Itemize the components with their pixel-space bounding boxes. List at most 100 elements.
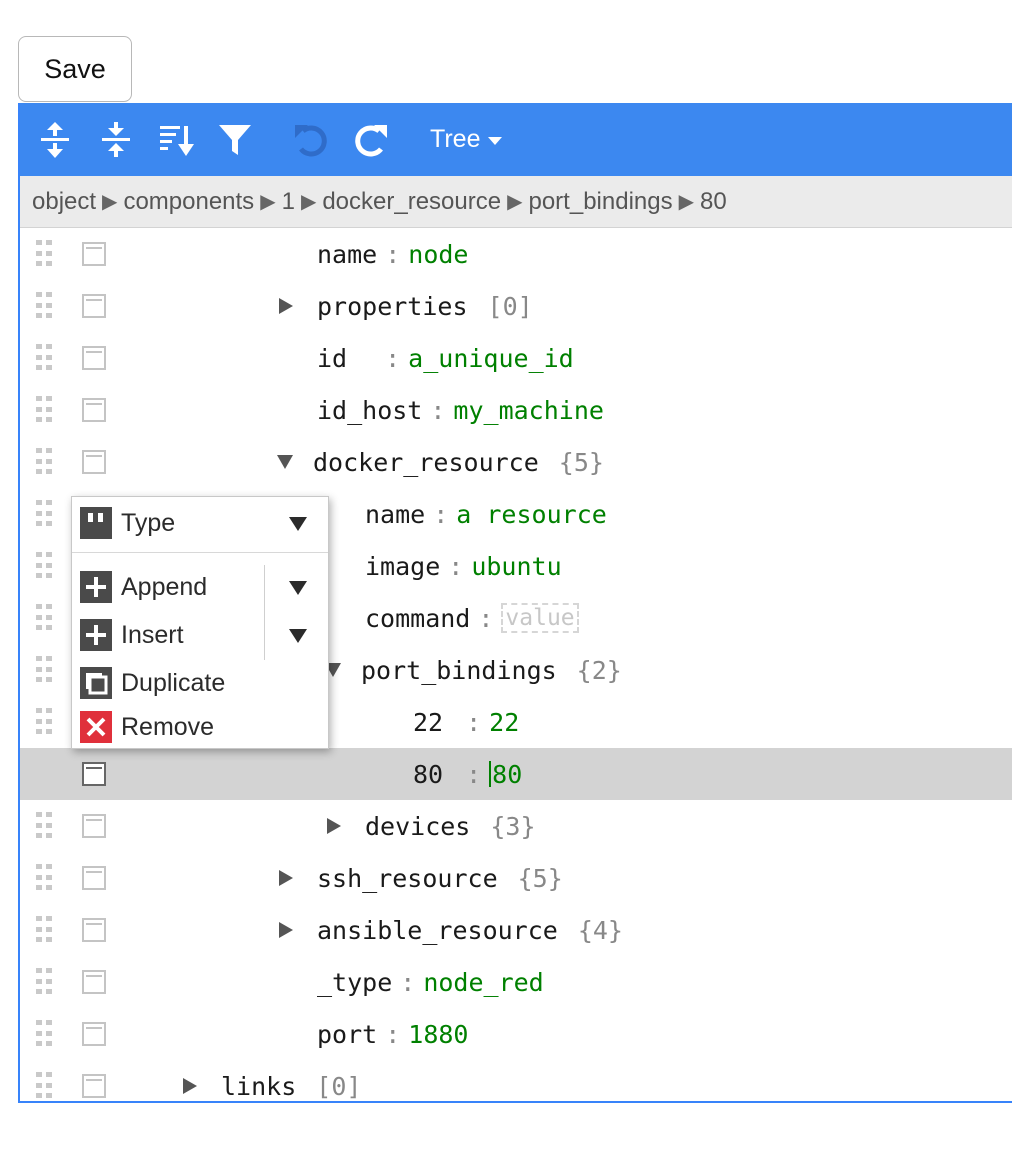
field-key[interactable]: port xyxy=(317,1020,377,1049)
collapse-all-icon[interactable] xyxy=(91,115,141,165)
field-key[interactable]: 80 xyxy=(413,760,443,789)
breadcrumb-item[interactable]: components xyxy=(123,188,254,216)
menu-item-insert[interactable]: Insert xyxy=(80,618,184,652)
field-value[interactable]: my_machine xyxy=(453,396,604,425)
breadcrumb-item[interactable]: docker_resource xyxy=(322,188,501,216)
drag-handle-icon[interactable] xyxy=(36,604,52,632)
breadcrumb-item[interactable]: object xyxy=(32,188,96,216)
context-menu-button-icon[interactable] xyxy=(82,398,106,422)
field-value[interactable]: 22 xyxy=(489,708,519,737)
drag-handle-icon[interactable] xyxy=(36,240,52,268)
drag-handle-icon[interactable] xyxy=(36,812,52,840)
drag-handle-icon[interactable] xyxy=(36,552,52,580)
menu-item-remove[interactable]: Remove xyxy=(80,710,214,744)
tree-row[interactable]: 80:80 xyxy=(20,748,1012,800)
tree-row[interactable]: devices {3} xyxy=(20,800,1012,852)
context-menu-button-icon[interactable] xyxy=(82,450,106,474)
drag-handle-icon[interactable] xyxy=(36,448,52,476)
tree-row[interactable]: docker_resource {5} xyxy=(20,436,1012,488)
context-menu-button-icon[interactable] xyxy=(82,242,106,266)
breadcrumb-separator-icon: ▶ xyxy=(507,191,523,213)
drag-handle-icon[interactable] xyxy=(36,292,52,320)
drag-handle-icon[interactable] xyxy=(36,396,52,424)
tree-row[interactable]: port:1880 xyxy=(20,1008,1012,1060)
breadcrumb-item[interactable]: 1 xyxy=(282,188,295,216)
undo-icon[interactable] xyxy=(285,115,335,165)
context-menu-button-icon[interactable] xyxy=(82,294,106,318)
value-placeholder[interactable]: value xyxy=(501,603,579,633)
field-key[interactable]: name xyxy=(365,500,425,529)
menu-item-append[interactable]: Append xyxy=(80,570,207,604)
breadcrumb-item[interactable]: 80 xyxy=(700,188,727,216)
breadcrumb-item[interactable]: port_bindings xyxy=(528,188,672,216)
field-key[interactable]: command xyxy=(365,604,470,633)
field-key[interactable]: properties xyxy=(317,292,468,321)
append-submenu-arrow-icon[interactable] xyxy=(289,581,307,595)
field-value[interactable]: ubuntu xyxy=(471,552,561,581)
tree-row[interactable]: _type: node_red xyxy=(20,956,1012,1008)
field-key[interactable]: name xyxy=(317,240,377,269)
tree-row[interactable]: properties [0] xyxy=(20,280,1012,332)
save-button[interactable]: Save xyxy=(18,36,132,102)
drag-handle-icon[interactable] xyxy=(36,656,52,684)
tree-row[interactable]: name: node xyxy=(20,228,1012,280)
field-key[interactable]: ansible_resource xyxy=(317,916,558,945)
type-submenu-arrow-icon[interactable] xyxy=(289,517,307,531)
drag-handle-icon[interactable] xyxy=(36,344,52,372)
menu-item-duplicate[interactable]: Duplicate xyxy=(80,666,225,700)
context-menu-button-icon[interactable] xyxy=(82,918,106,942)
context-menu-button-icon[interactable] xyxy=(82,1022,106,1046)
drag-handle-icon[interactable] xyxy=(36,500,52,528)
field-key[interactable]: docker_resource xyxy=(313,448,539,477)
field-key[interactable]: _type xyxy=(317,968,392,997)
tree-row[interactable]: ansible_resource {4} xyxy=(20,904,1012,956)
drag-handle-icon[interactable] xyxy=(36,916,52,944)
menu-item-type[interactable]: Type xyxy=(80,506,175,540)
expand-right-icon[interactable] xyxy=(279,870,293,886)
drag-handle-icon[interactable] xyxy=(36,864,52,892)
drag-handle-icon[interactable] xyxy=(36,968,52,996)
child-count: {5} xyxy=(558,447,604,477)
context-menu-button-icon[interactable] xyxy=(82,970,106,994)
expand-down-icon[interactable] xyxy=(277,455,293,469)
expand-right-icon[interactable] xyxy=(279,298,293,314)
field-value[interactable]: 80 xyxy=(492,760,522,789)
expand-right-icon[interactable] xyxy=(183,1078,197,1094)
field-value[interactable]: node_red xyxy=(423,968,543,997)
mode-dropdown[interactable]: Tree xyxy=(430,119,503,159)
context-menu-button-icon[interactable] xyxy=(82,762,106,786)
sort-icon[interactable] xyxy=(152,115,202,165)
tree-row[interactable]: id: a_unique_id xyxy=(20,332,1012,384)
expand-right-icon[interactable] xyxy=(327,818,341,834)
context-menu-button-icon[interactable] xyxy=(82,814,106,838)
filter-icon[interactable] xyxy=(210,115,260,165)
context-menu-button-icon[interactable] xyxy=(82,1074,106,1098)
field-key[interactable]: links xyxy=(221,1072,296,1101)
menu-label: Remove xyxy=(121,712,215,741)
field-key[interactable]: id xyxy=(317,344,347,373)
field-key[interactable]: devices xyxy=(365,812,470,841)
context-menu-button-icon[interactable] xyxy=(82,346,106,370)
tree-node: devices {3} xyxy=(327,800,536,852)
expand-all-icon[interactable] xyxy=(30,115,80,165)
field-key[interactable]: port_bindings xyxy=(361,656,557,685)
drag-handle-icon[interactable] xyxy=(36,1020,52,1048)
field-value[interactable]: 1880 xyxy=(408,1020,468,1049)
field-key[interactable]: image xyxy=(365,552,440,581)
insert-submenu-arrow-icon[interactable] xyxy=(289,629,307,643)
field-value[interactable]: a resource xyxy=(456,500,607,529)
expand-right-icon[interactable] xyxy=(279,922,293,938)
tree-row[interactable]: id_host: my_machine xyxy=(20,384,1012,436)
drag-handle-icon[interactable] xyxy=(36,1072,52,1100)
tree-row[interactable]: links [0] xyxy=(20,1060,1012,1101)
redo-icon[interactable] xyxy=(347,115,397,165)
field-key[interactable]: id_host xyxy=(317,396,422,425)
context-menu-button-icon[interactable] xyxy=(82,866,106,890)
field-value[interactable]: node xyxy=(408,240,468,269)
field-key[interactable]: 22 xyxy=(413,708,443,737)
key-value-separator: : xyxy=(385,239,401,269)
drag-handle-icon[interactable] xyxy=(36,708,52,736)
tree-row[interactable]: ssh_resource {5} xyxy=(20,852,1012,904)
field-value[interactable]: a_unique_id xyxy=(408,344,574,373)
field-key[interactable]: ssh_resource xyxy=(317,864,498,893)
